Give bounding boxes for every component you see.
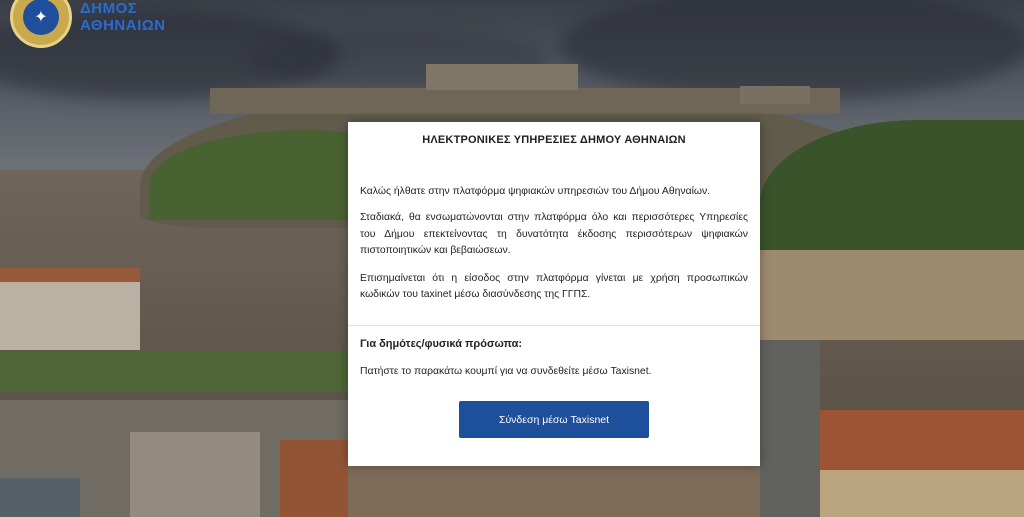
municipality-emblem-icon: ✦ <box>10 0 72 48</box>
services-paragraph: Σταδιακά, θα ενσωματώνονται στην πλατφόρ… <box>360 212 748 256</box>
logo-line1: ΔΗΜΟΣ <box>80 0 138 17</box>
citizens-heading: Για δημότες/φυσικά πρόσωπα: <box>360 338 523 350</box>
login-modal: ΗΛΕΚΤΡΟΝΙΚΕΣ ΥΠΗΡΕΣΙΕΣ ΔΗΜΟΥ ΑΘΗΝΑΙΩΝ Κα… <box>348 122 760 466</box>
modal-title: ΗΛΕΚΤΡΟΝΙΚΕΣ ΥΠΗΡΕΣΙΕΣ ΔΗΜΟΥ ΑΘΗΝΑΙΩΝ <box>422 134 686 146</box>
taxisnet-login-button[interactable]: Σύνδεση μέσω Taxisnet <box>459 401 649 438</box>
divider <box>348 325 760 326</box>
logo-text: ΔΗΜΟΣ ΑΘΗΝΑΙΩΝ <box>80 0 166 34</box>
logo-line2: ΑΘΗΝΑΙΩΝ <box>80 17 166 34</box>
citizens-instruction: Πατήστε το παρακάτω κουμπί για να συνδεθ… <box>360 366 652 377</box>
login-info-paragraph: Επισημαίνεται ότι η είσοδος στην πλατφόρ… <box>360 272 748 301</box>
welcome-text: Καλώς ήλθατε στην πλατφόρμα ψηφιακών υπη… <box>360 186 711 197</box>
site-logo[interactable]: ✦ ΔΗΜΟΣ ΑΘΗΝΑΙΩΝ <box>10 0 166 48</box>
modal-body: Καλώς ήλθατε στην πλατφόρμα ψηφιακών υπη… <box>348 184 760 304</box>
